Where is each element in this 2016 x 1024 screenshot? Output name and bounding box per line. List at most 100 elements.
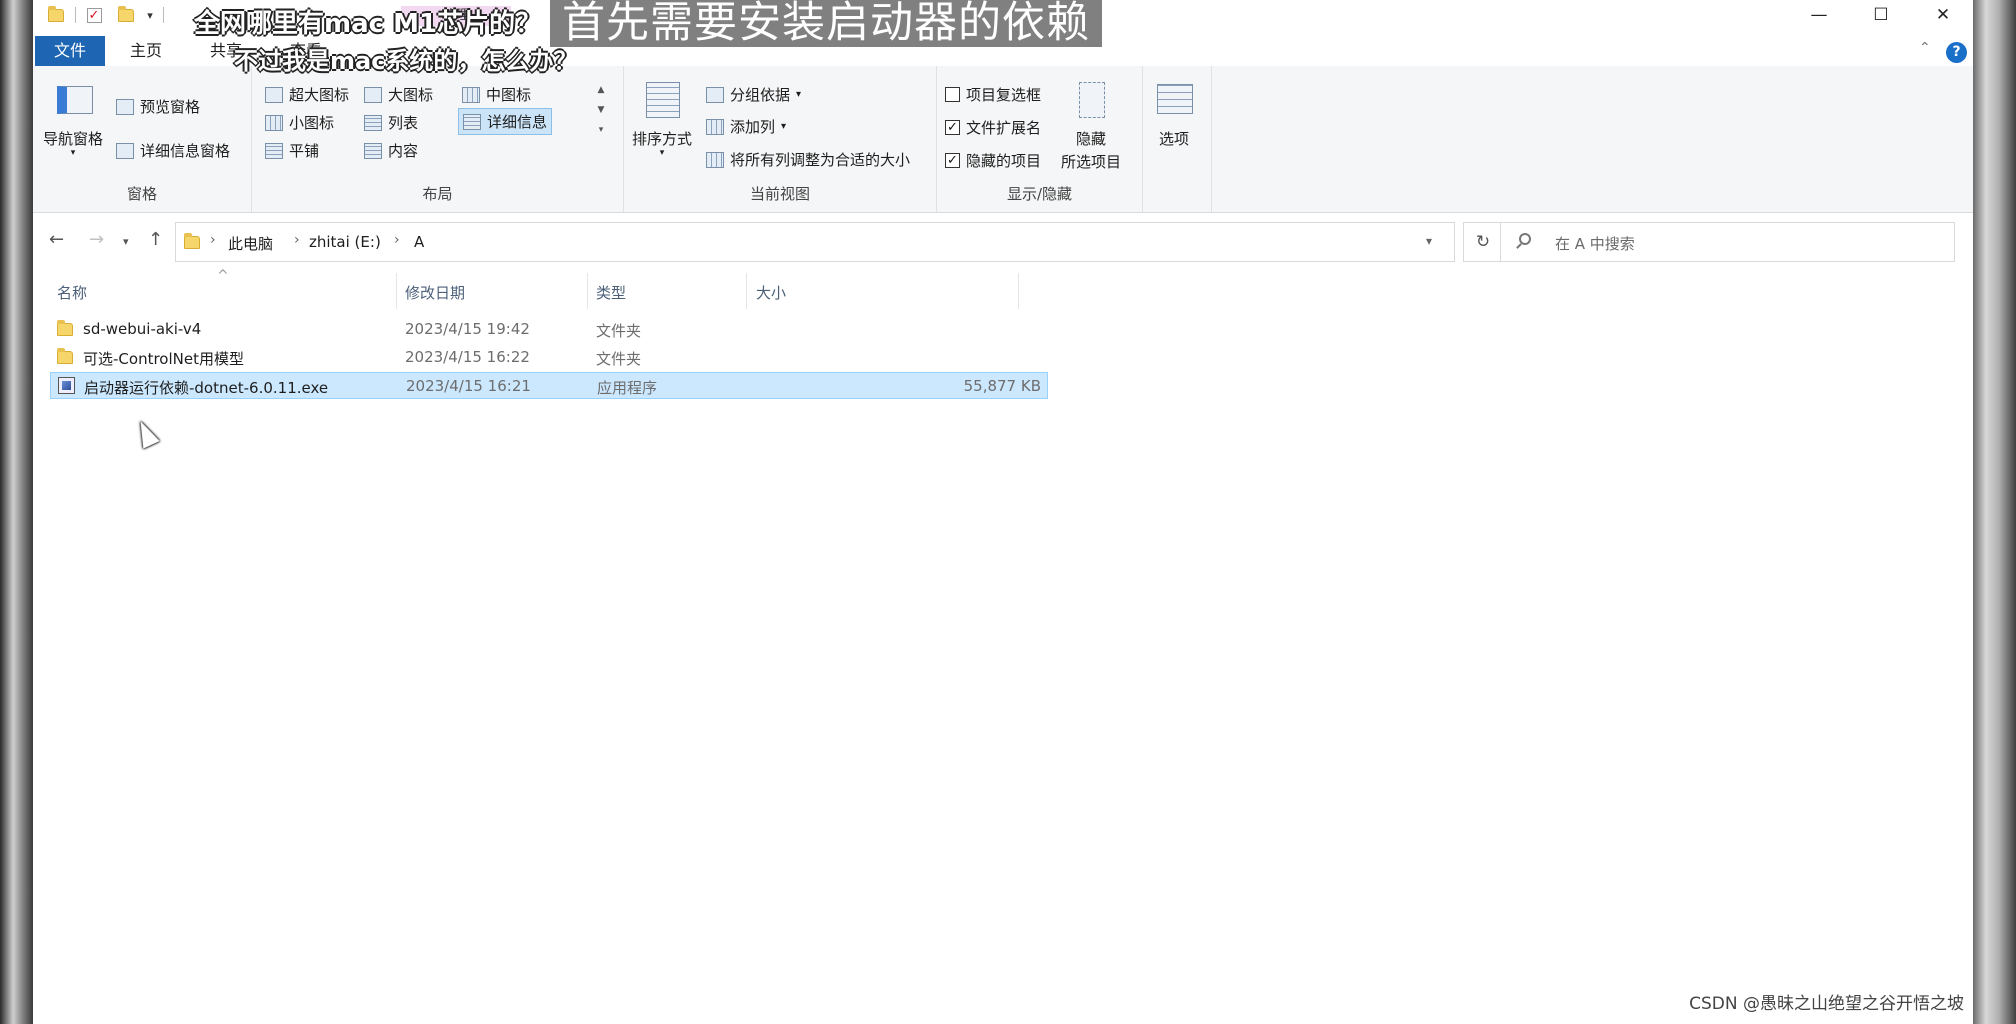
file-size: 55,877 KB: [963, 377, 1041, 395]
caption-line-2: 不过我是mac系统的，怎么办？: [234, 47, 578, 75]
options-icon: [1157, 84, 1193, 114]
navigation-pane-label: 导航窗格: [43, 130, 104, 148]
breadcrumb-drive[interactable]: zhitai (E:): [309, 233, 381, 251]
forward-arrow-icon[interactable]: →: [89, 229, 104, 250]
panes-group: 导航窗格 ▾ 预览窗格 详细信息窗格 窗格: [33, 66, 252, 212]
search-input[interactable]: 在 A 中搜索: [1500, 222, 1955, 262]
expand-gallery-icon[interactable]: ▾: [594, 120, 608, 140]
layout-item-label: 超大图标: [289, 86, 350, 104]
details-pane-icon: [116, 142, 134, 159]
column-divider[interactable]: [396, 273, 397, 309]
hidden-items-toggle[interactable]: ✓ 隐藏的项目: [945, 150, 1041, 171]
sort-by-chevron-icon: ▾: [659, 148, 665, 158]
file-extensions-checkbox[interactable]: ✓: [945, 120, 960, 135]
column-date-modified[interactable]: 修改日期: [405, 282, 465, 303]
size-columns-icon: [706, 151, 724, 168]
address-bar[interactable]: › 此电脑 › zhitai (E:) › A ▾: [175, 222, 1455, 262]
left-background-strip: [0, 0, 33, 1024]
address-history-chevron-icon[interactable]: ▾: [1426, 234, 1432, 248]
column-size[interactable]: 大小: [756, 282, 786, 303]
group-by-chevron-icon: ▾: [796, 89, 802, 100]
layout-group: 超大图标 大图标 中图标 小图标 列表 详细信息 平铺 内容 ▲ ▼ ▾ 布局: [252, 66, 624, 212]
breadcrumb-chevron-icon[interactable]: ›: [394, 232, 400, 248]
column-header: ^ 名称 修改日期 类型 大小: [33, 268, 1973, 309]
breadcrumb-chevron-icon[interactable]: ›: [210, 232, 216, 248]
ribbon: 导航窗格 ▾ 预览窗格 详细信息窗格 窗格 超大图标 大图标 中图标 小图标 列…: [33, 66, 1973, 213]
file-extensions-label: 文件扩展名: [966, 119, 1042, 137]
item-check-boxes-toggle[interactable]: 项目复选框: [945, 84, 1041, 105]
new-folder-icon[interactable]: [115, 4, 137, 26]
column-type[interactable]: 类型: [596, 282, 626, 303]
column-divider[interactable]: [1018, 273, 1019, 309]
layout-list[interactable]: 列表: [364, 112, 418, 133]
group-by-button[interactable]: 分组依据 ▾: [706, 84, 801, 105]
sort-by-icon: [646, 82, 680, 118]
search-icon: [1519, 233, 1531, 245]
column-divider[interactable]: [746, 273, 747, 309]
mouse-cursor-icon: [132, 417, 160, 449]
breadcrumb-chevron-icon[interactable]: ›: [294, 232, 300, 248]
layout-item-label: 小图标: [289, 114, 335, 132]
column-name[interactable]: 名称: [57, 282, 87, 303]
layout-gallery-scroll[interactable]: ▲ ▼ ▾: [594, 80, 608, 144]
file-row-dotnet-exe[interactable]: 启动器运行依赖-dotnet-6.0.11.exe 2023/4/15 16:2…: [50, 372, 1048, 399]
layout-tiles[interactable]: 平铺: [265, 140, 319, 161]
search-placeholder: 在 A 中搜索: [1555, 235, 1635, 253]
size-all-columns-button[interactable]: 将所有列调整为合适的大小: [706, 149, 910, 170]
breadcrumb-this-pc[interactable]: 此电脑: [228, 233, 273, 254]
folder-icon: [57, 348, 73, 364]
sort-by-button[interactable]: 排序方式 ▾: [632, 128, 693, 158]
add-column-button[interactable]: 添加列 ▾: [706, 116, 786, 137]
layout-item-label: 大图标: [388, 86, 434, 104]
hidden-items-checkbox[interactable]: ✓: [945, 153, 960, 168]
minimize-button[interactable]: —: [1788, 0, 1850, 30]
sort-by-label: 排序方式: [632, 130, 693, 148]
details-pane-button[interactable]: 详细信息窗格: [116, 140, 230, 161]
layout-medium-icons[interactable]: 中图标: [462, 84, 531, 105]
help-icon[interactable]: ?: [1946, 42, 1967, 63]
back-arrow-icon[interactable]: ←: [49, 229, 64, 250]
preview-pane-button[interactable]: 预览窗格: [116, 96, 200, 117]
layout-details[interactable]: 详细信息: [458, 108, 553, 135]
file-row-sd-webui[interactable]: sd-webui-aki-v4 2023/4/15 19:42 文件夹: [50, 316, 1048, 343]
tiles-icon: [265, 142, 283, 159]
properties-check-icon[interactable]: ✓: [83, 4, 105, 26]
layout-small-icons[interactable]: 小图标: [265, 112, 334, 133]
file-name: 启动器运行依赖-dotnet-6.0.11.exe: [84, 379, 329, 397]
hide-selected-label-top: 隐藏: [1076, 130, 1107, 148]
layout-content[interactable]: 内容: [364, 140, 418, 161]
layout-extra-large-icons[interactable]: 超大图标: [265, 84, 349, 105]
file-name: 可选-ControlNet用模型: [83, 350, 244, 368]
file-name: sd-webui-aki-v4: [83, 320, 202, 338]
file-type: 应用程序: [597, 379, 658, 397]
file-extensions-toggle[interactable]: ✓ 文件扩展名: [945, 117, 1041, 138]
options-button[interactable]: 选项: [1159, 128, 1189, 149]
application-icon: [58, 377, 75, 394]
recent-locations-chevron-icon[interactable]: ▾: [123, 235, 129, 248]
navigation-pane-button[interactable]: 导航窗格 ▾: [43, 128, 104, 158]
caption-line-1: 全网哪里有mac M1芯片的？: [194, 9, 542, 39]
file-type: 文件夹: [596, 350, 642, 368]
folder-icon: [57, 320, 73, 336]
maximize-button[interactable]: ☐: [1850, 0, 1912, 30]
collapse-ribbon-chevron-icon[interactable]: ⌃: [1919, 40, 1931, 56]
add-column-icon: [706, 118, 724, 135]
tab-home[interactable]: 主页: [111, 36, 181, 66]
file-row-controlnet[interactable]: 可选-ControlNet用模型 2023/4/15 16:22 文件夹: [50, 344, 1048, 371]
quick-access-folder-icon[interactable]: [45, 4, 67, 26]
right-background-strip: [1973, 0, 2016, 1024]
refresh-icon[interactable]: ↻: [1463, 222, 1503, 262]
up-arrow-icon[interactable]: ↑: [148, 229, 163, 250]
show-hide-group-label: 显示/隐藏: [1006, 185, 1073, 203]
breadcrumb-folder-a[interactable]: A: [414, 233, 424, 251]
scroll-down-icon[interactable]: ▼: [594, 100, 608, 120]
item-check-boxes-checkbox[interactable]: [945, 87, 960, 102]
close-button[interactable]: ✕: [1912, 0, 1973, 30]
column-divider[interactable]: [587, 273, 588, 309]
size-all-columns-label: 将所有列调整为合适的大小: [730, 151, 911, 169]
hide-selected-button[interactable]: 隐藏 所选项目: [1061, 128, 1121, 172]
tab-file[interactable]: 文件: [35, 36, 105, 66]
scroll-up-icon[interactable]: ▲: [594, 80, 608, 100]
customize-toolbar-chevron-icon[interactable]: ▾: [143, 4, 157, 26]
layout-large-icons[interactable]: 大图标: [364, 84, 433, 105]
